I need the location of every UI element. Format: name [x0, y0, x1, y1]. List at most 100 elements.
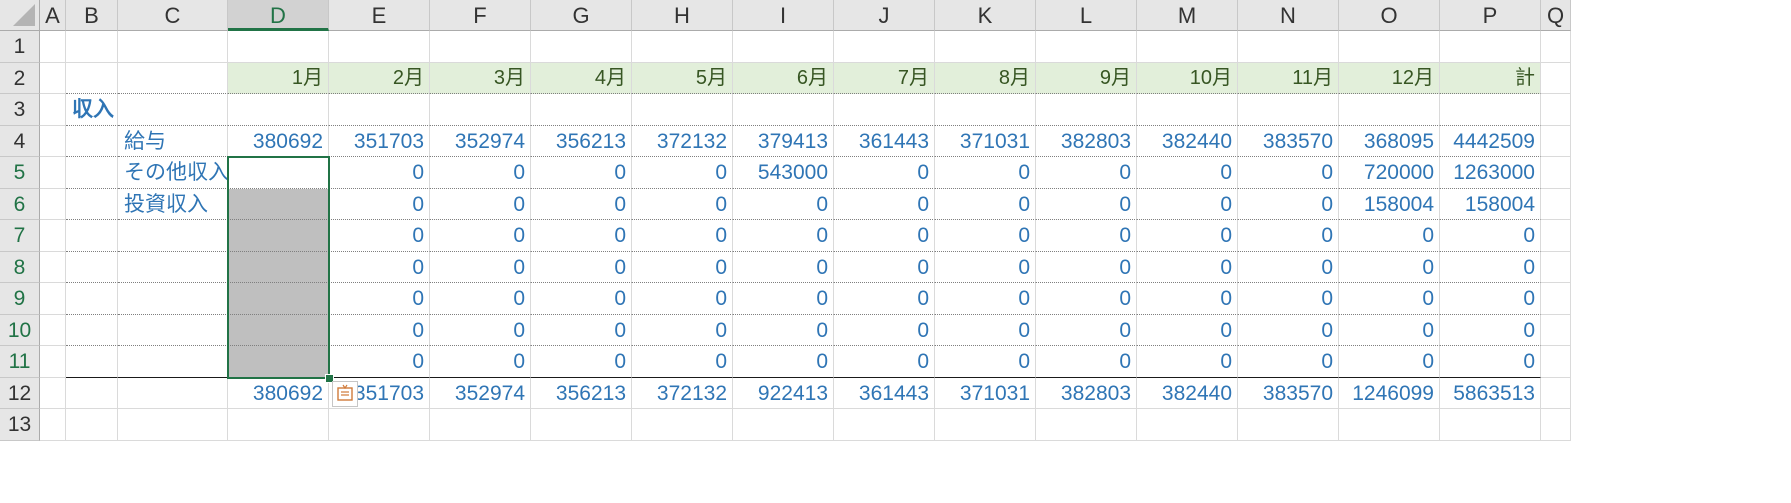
column-header-j[interactable]: J [834, 0, 935, 31]
value-cell[interactable]: 0 [1440, 220, 1541, 252]
cell-i1[interactable] [733, 31, 834, 63]
value-cell[interactable]: 0 [935, 189, 1036, 221]
value-cell[interactable]: 0 [632, 252, 733, 284]
value-cell[interactable]: 0 [1036, 189, 1137, 221]
value-cell[interactable]: 371031 [935, 126, 1036, 158]
cell-k3[interactable] [935, 94, 1036, 126]
value-cell[interactable]: 351703 [329, 126, 430, 158]
cell-c12[interactable] [118, 377, 228, 409]
value-cell[interactable]: 0 [733, 252, 834, 284]
cell-m13[interactable] [1137, 409, 1238, 441]
column-header-l[interactable]: L [1036, 0, 1137, 31]
cell-b6[interactable] [66, 188, 118, 220]
value-cell[interactable]: 158004 [1440, 189, 1541, 221]
cell-d5[interactable] [228, 157, 329, 189]
cell-f3[interactable] [430, 94, 531, 126]
row-header-10[interactable]: 10 [0, 314, 40, 346]
cell-c13[interactable] [118, 409, 228, 441]
cell-q12[interactable] [1541, 377, 1571, 409]
cell-n1[interactable] [1238, 31, 1339, 63]
row-header-13[interactable]: 13 [0, 409, 40, 441]
value-cell[interactable]: 0 [430, 252, 531, 284]
cell-b5[interactable] [66, 157, 118, 189]
column-header-d[interactable]: D [228, 0, 329, 31]
total-cell[interactable]: 5863513 [1440, 378, 1541, 410]
cell-m3[interactable] [1137, 94, 1238, 126]
value-cell[interactable]: 0 [834, 346, 935, 378]
cell-d11[interactable] [228, 346, 329, 378]
value-cell[interactable]: 361443 [834, 126, 935, 158]
value-cell[interactable]: 0 [834, 283, 935, 315]
value-cell[interactable]: 0 [531, 283, 632, 315]
value-cell[interactable]: 0 [632, 315, 733, 347]
cell-a13[interactable] [40, 409, 66, 441]
value-cell[interactable]: 0 [1137, 283, 1238, 315]
row-header-5[interactable]: 5 [0, 157, 40, 189]
total-cell[interactable]: 371031 [935, 378, 1036, 410]
cell-g3[interactable] [531, 94, 632, 126]
value-cell[interactable]: 0 [935, 346, 1036, 378]
value-cell[interactable]: 0 [1137, 220, 1238, 252]
value-cell[interactable]: 0 [531, 220, 632, 252]
cell-g1[interactable] [531, 31, 632, 63]
total-cell[interactable]: 380692 [228, 378, 329, 410]
total-cell[interactable]: 361443 [834, 378, 935, 410]
cell-h13[interactable] [632, 409, 733, 441]
cell-a8[interactable] [40, 251, 66, 283]
value-cell[interactable]: 0 [1339, 346, 1440, 378]
value-cell[interactable]: 0 [834, 220, 935, 252]
cell-f13[interactable] [430, 409, 531, 441]
cell-g13[interactable] [531, 409, 632, 441]
value-cell[interactable]: 0 [733, 220, 834, 252]
cell-l13[interactable] [1036, 409, 1137, 441]
select-all-corner[interactable] [0, 0, 40, 31]
cell-d1[interactable] [228, 31, 329, 63]
value-cell[interactable]: 0 [733, 315, 834, 347]
row-header-9[interactable]: 9 [0, 283, 40, 315]
value-cell[interactable]: 0 [1339, 315, 1440, 347]
total-cell[interactable]: 382440 [1137, 378, 1238, 410]
row-header-1[interactable]: 1 [0, 31, 40, 63]
value-cell[interactable]: 368095 [1339, 126, 1440, 158]
cell-d9[interactable] [228, 283, 329, 315]
total-cell[interactable]: 372132 [632, 378, 733, 410]
value-cell[interactable]: 0 [1440, 346, 1541, 378]
value-cell[interactable]: 0 [430, 283, 531, 315]
column-header-n[interactable]: N [1238, 0, 1339, 31]
value-cell[interactable]: 0 [430, 315, 531, 347]
value-cell[interactable]: 0 [834, 189, 935, 221]
value-cell[interactable]: 0 [430, 189, 531, 221]
value-cell[interactable]: 0 [733, 283, 834, 315]
value-cell[interactable]: 0 [1238, 189, 1339, 221]
cell-q13[interactable] [1541, 409, 1571, 441]
cell-c10[interactable] [118, 314, 228, 346]
cell-c7[interactable] [118, 220, 228, 252]
cell-a4[interactable] [40, 125, 66, 157]
value-cell[interactable]: 0 [1339, 220, 1440, 252]
total-cell[interactable]: 382803 [1036, 378, 1137, 410]
cell-q4[interactable] [1541, 125, 1571, 157]
cell-c11[interactable] [118, 346, 228, 378]
cell-l3[interactable] [1036, 94, 1137, 126]
cell-q5[interactable] [1541, 157, 1571, 189]
value-cell[interactable]: 0 [430, 157, 531, 189]
cell-f1[interactable] [430, 31, 531, 63]
value-cell[interactable]: 0 [430, 220, 531, 252]
column-header-o[interactable]: O [1339, 0, 1440, 31]
column-header-a[interactable]: A [40, 0, 66, 31]
cell-a1[interactable] [40, 31, 66, 63]
value-cell[interactable]: 0 [733, 189, 834, 221]
cell-d8[interactable] [228, 251, 329, 283]
value-cell[interactable]: 543000 [733, 157, 834, 189]
cell-h3[interactable] [632, 94, 733, 126]
total-cell[interactable]: 1246099 [1339, 378, 1440, 410]
value-cell[interactable]: 4442509 [1440, 126, 1541, 158]
column-header-h[interactable]: H [632, 0, 733, 31]
cell-e1[interactable] [329, 31, 430, 63]
value-cell[interactable]: 0 [935, 315, 1036, 347]
value-cell[interactable]: 0 [632, 220, 733, 252]
total-cell[interactable]: 922413 [733, 378, 834, 410]
cell-a5[interactable] [40, 157, 66, 189]
cell-k13[interactable] [935, 409, 1036, 441]
cell-e13[interactable] [329, 409, 430, 441]
